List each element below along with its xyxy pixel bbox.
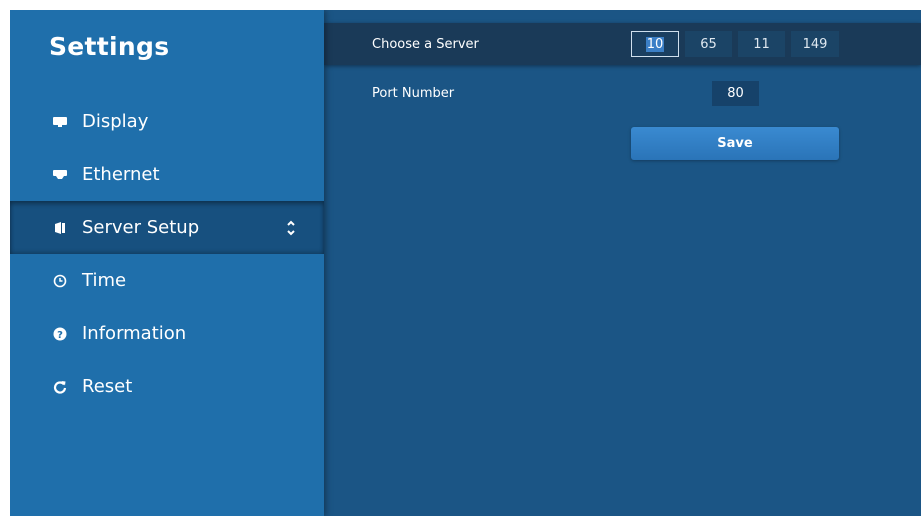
ip-octet-3-input[interactable]: 11 (738, 31, 785, 57)
sidebar-item-label: Ethernet (82, 164, 160, 185)
server-icon (52, 220, 68, 236)
ip-octet-1-input[interactable]: 10 (631, 31, 679, 57)
port-label: Port Number (372, 86, 455, 101)
question-icon: ? (52, 326, 68, 342)
sidebar-item-server-setup[interactable]: Server Setup (10, 201, 324, 254)
save-button[interactable]: Save (631, 127, 839, 160)
port-input[interactable]: 80 (712, 81, 759, 106)
reset-icon (52, 379, 68, 395)
server-label: Choose a Server (372, 37, 479, 52)
sidebar-item-time[interactable]: Time (10, 254, 324, 307)
chevron-up-down-icon[interactable] (286, 218, 296, 238)
sidebar: Settings Display Ethernet Server Setup T… (10, 10, 324, 516)
server-row: Choose a Server 10 65 11 149 (324, 23, 921, 65)
sidebar-item-ethernet[interactable]: Ethernet (10, 148, 324, 201)
sidebar-nav: Display Ethernet Server Setup Time ? Inf… (10, 95, 324, 413)
sidebar-item-information[interactable]: ? Information (10, 307, 324, 360)
main-panel: Choose a Server 10 65 11 149 Port Number… (324, 10, 921, 516)
sidebar-item-label: Display (82, 111, 149, 132)
sidebar-item-label: Time (82, 270, 127, 291)
clock-icon (52, 273, 68, 289)
sidebar-item-label: Information (82, 323, 187, 344)
ip-octet-4-input[interactable]: 149 (791, 31, 839, 57)
ethernet-icon (52, 167, 68, 183)
svg-text:?: ? (57, 330, 63, 341)
sidebar-item-label: Reset (82, 376, 133, 397)
monitor-icon (52, 114, 68, 130)
settings-screen: Settings Display Ethernet Server Setup T… (10, 10, 921, 516)
sidebar-item-reset[interactable]: Reset (10, 360, 324, 413)
sidebar-item-label: Server Setup (82, 217, 200, 238)
ip-octet-1-value: 10 (645, 37, 665, 52)
ip-octet-2-input[interactable]: 65 (685, 31, 732, 57)
sidebar-title: Settings (49, 32, 170, 61)
sidebar-item-display[interactable]: Display (10, 95, 324, 148)
